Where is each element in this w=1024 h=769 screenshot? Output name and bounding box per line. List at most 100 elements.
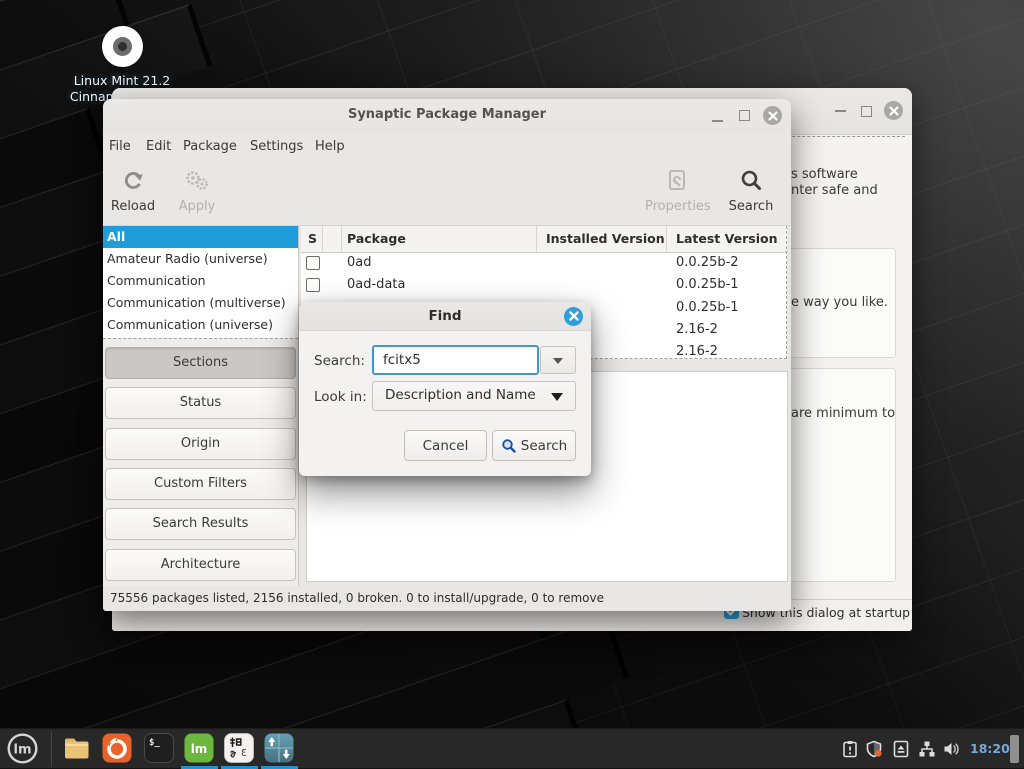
mint-logo-icon: lm xyxy=(7,733,38,764)
sidebar-button-custom-filters[interactable]: Custom Filters xyxy=(105,468,296,500)
menu-package[interactable]: Package xyxy=(181,137,239,157)
synaptic-close-button[interactable] xyxy=(763,106,782,125)
sidebar-button-search-results[interactable]: Search Results xyxy=(105,508,296,540)
column-header-package[interactable]: Package xyxy=(347,226,406,252)
tray-removable-media-icon[interactable] xyxy=(892,740,910,758)
folder-icon xyxy=(62,733,92,763)
toolbar-button-label: Search xyxy=(719,199,783,214)
launcher-terminal[interactable]: $_ xyxy=(144,733,174,763)
launcher-files[interactable] xyxy=(62,733,92,763)
toolbar-search-button[interactable]: Search xyxy=(719,167,783,214)
tray-volume-icon[interactable] xyxy=(942,740,960,758)
search-history-dropdown[interactable] xyxy=(540,346,576,374)
category-all[interactable]: All xyxy=(103,226,298,248)
tray-clipboard-icon[interactable] xyxy=(841,740,859,758)
table-row[interactable]: 0ad-data 0.0.25b-1 xyxy=(301,274,786,296)
synaptic-titlebar[interactable]: Synaptic Package Manager xyxy=(103,99,791,132)
welcome-close-button[interactable] xyxy=(884,101,903,120)
taskbar-separator xyxy=(51,731,52,767)
svg-text:$_: $_ xyxy=(149,738,160,748)
column-divider xyxy=(341,226,342,252)
find-dialog: Find Search: Look in: Description and Na… xyxy=(299,302,591,476)
row-checkbox[interactable] xyxy=(306,256,320,270)
synaptic-menubar: File Edit Package Settings Help xyxy=(103,132,791,160)
launcher-mint-store[interactable]: lm xyxy=(184,733,214,763)
column-header-s[interactable]: S xyxy=(308,226,317,252)
desktop: Linux Mint 21.2 Cinnamon 64-bit s softwa… xyxy=(0,0,1024,768)
find-close-button[interactable] xyxy=(564,307,583,326)
category-list: All Amateur Radio (universe) Communicati… xyxy=(103,226,298,338)
chevron-down-icon xyxy=(553,358,563,364)
search-input[interactable] xyxy=(374,347,537,373)
column-divider xyxy=(666,226,667,252)
welcome-text-fragment-3: e way you like. xyxy=(791,295,888,311)
look-in-label: Look in: xyxy=(314,389,367,405)
find-titlebar[interactable]: Find xyxy=(299,302,591,331)
search-icon xyxy=(719,167,783,195)
search-icon xyxy=(501,438,517,454)
mint-menu-button[interactable]: lm xyxy=(7,733,38,764)
synaptic-window-title: Synaptic Package Manager xyxy=(103,107,791,122)
latest-version-cell: 0.0.25b-2 xyxy=(676,255,739,270)
look-in-value: Description and Name xyxy=(385,387,536,403)
apply-icon xyxy=(165,167,229,195)
desktop-icon-label-line1: Linux Mint 21.2 xyxy=(60,73,184,89)
combo-arrow-icon xyxy=(551,393,563,401)
tray-shield-icon[interactable] xyxy=(865,740,883,758)
launcher-firefox[interactable] xyxy=(102,733,132,763)
table-row[interactable]: 0ad 0.0.25b-2 xyxy=(301,252,786,274)
column-header-installed-version[interactable]: Installed Version xyxy=(546,226,665,252)
statusbar: 75556 packages listed, 2156 installed, 0… xyxy=(103,586,791,611)
sidebar-button-architecture[interactable]: Architecture xyxy=(105,549,296,581)
table-header: S Package Installed Version Latest Versi… xyxy=(301,226,786,253)
launcher-input-method[interactable]: Ɛ xyxy=(224,733,254,763)
toolbar-button-label: Properties xyxy=(645,199,709,214)
category-list-divider xyxy=(103,338,298,339)
synaptic-maximize-button[interactable] xyxy=(739,110,750,121)
category-communication-multiverse[interactable]: Communication (multiverse) xyxy=(103,292,298,314)
welcome-maximize-button[interactable] xyxy=(861,106,872,117)
welcome-text-fragment-1: s software xyxy=(791,167,858,183)
dialog-search-button[interactable]: Search xyxy=(492,430,576,461)
svg-text:lm: lm xyxy=(191,742,208,756)
properties-icon xyxy=(645,167,709,195)
firefox-icon xyxy=(102,733,132,763)
menu-file[interactable]: File xyxy=(107,137,133,157)
column-header-latest-version[interactable]: Latest Version xyxy=(676,226,777,252)
toolbar-reload-button[interactable]: Reload xyxy=(101,167,165,214)
package-cell: 0ad-data xyxy=(347,277,405,292)
toolbar-apply-button[interactable]: Apply xyxy=(165,167,229,214)
menu-edit[interactable]: Edit xyxy=(144,137,173,157)
category-amateur-radio[interactable]: Amateur Radio (universe) xyxy=(103,248,298,270)
show-desktop-strip[interactable] xyxy=(1010,735,1019,763)
taskbar: lm $_ xyxy=(0,728,1024,768)
taskbar-clock[interactable]: 18:20 xyxy=(970,741,1010,756)
disc-hole xyxy=(118,42,127,51)
welcome-text-fragment-2: nter safe and xyxy=(791,183,878,199)
tray-network-icon[interactable] xyxy=(918,740,936,758)
terminal-icon: $_ xyxy=(144,733,174,763)
input-method-icon: Ɛ xyxy=(224,733,254,763)
menu-settings[interactable]: Settings xyxy=(248,137,305,157)
welcome-minimize-button[interactable] xyxy=(835,110,846,112)
synaptic-minimize-button[interactable] xyxy=(712,120,723,122)
close-icon xyxy=(889,106,899,116)
toolbar-properties-button[interactable]: Properties xyxy=(645,167,709,214)
cancel-button[interactable]: Cancel xyxy=(404,430,487,461)
sidebar-button-origin[interactable]: Origin xyxy=(105,428,296,460)
sidebar-button-status[interactable]: Status xyxy=(105,387,296,419)
close-icon xyxy=(569,311,579,321)
row-checkbox[interactable] xyxy=(306,278,320,292)
close-icon xyxy=(768,111,778,121)
find-dialog-title: Find xyxy=(299,308,591,324)
launcher-synaptic[interactable] xyxy=(264,733,294,763)
svg-text:lm: lm xyxy=(13,743,31,758)
look-in-combobox[interactable]: Description and Name xyxy=(372,381,576,411)
menu-help[interactable]: Help xyxy=(313,137,347,157)
search-entry[interactable] xyxy=(372,345,539,375)
category-communication-universe[interactable]: Communication (universe) xyxy=(103,314,298,336)
sidebar-button-sections[interactable]: Sections xyxy=(105,347,296,379)
synaptic-icon xyxy=(264,733,294,763)
svg-text:Ɛ: Ɛ xyxy=(241,748,247,759)
category-communication[interactable]: Communication xyxy=(103,270,298,292)
